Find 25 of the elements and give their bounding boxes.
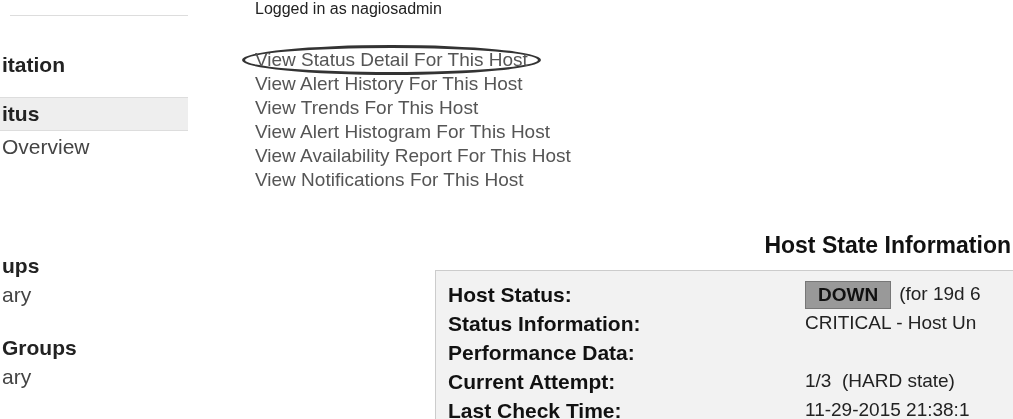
host-link[interactable]: View Notifications For This Host xyxy=(255,168,524,192)
sidebar-item[interactable]: ary xyxy=(0,362,188,391)
status-badge: DOWN xyxy=(805,280,892,309)
field-value: CRITICAL - Host Un xyxy=(805,311,977,336)
host-link[interactable]: View Trends For This Host xyxy=(255,96,479,120)
field-label: Last Check Time: xyxy=(448,397,623,419)
login-text: Logged in as nagiosadmin xyxy=(254,0,442,18)
field-value: (for 19d 6 xyxy=(899,282,981,307)
field-label: Performance Data: xyxy=(448,339,636,366)
sidebar-item[interactable]: itus xyxy=(0,97,188,131)
sidebar-item[interactable]: ary xyxy=(0,280,188,309)
field-value: 11-29-2015 21:38:1 xyxy=(805,398,970,419)
host-link[interactable]: View Status Detail For This Host xyxy=(242,45,541,75)
sidebar-item[interactable]: Overview xyxy=(0,131,188,163)
section-title: Host State Information xyxy=(764,231,1012,259)
field-label: Current Attempt: xyxy=(448,368,617,395)
sidebar-item[interactable]: ups xyxy=(0,251,188,280)
field-label: Host Status: xyxy=(448,281,573,308)
sidebar-item[interactable]: Groups xyxy=(0,333,188,362)
field-value: 1/3 (HARD state) xyxy=(805,369,955,394)
sidebar-item[interactable]: itation xyxy=(0,49,188,81)
field-label: Status Information: xyxy=(448,310,642,337)
host-link[interactable]: View Alert History For This Host xyxy=(255,72,523,96)
host-link[interactable]: View Alert Histogram For This Host xyxy=(255,120,550,144)
host-link[interactable]: View Availability Report For This Host xyxy=(255,144,571,168)
